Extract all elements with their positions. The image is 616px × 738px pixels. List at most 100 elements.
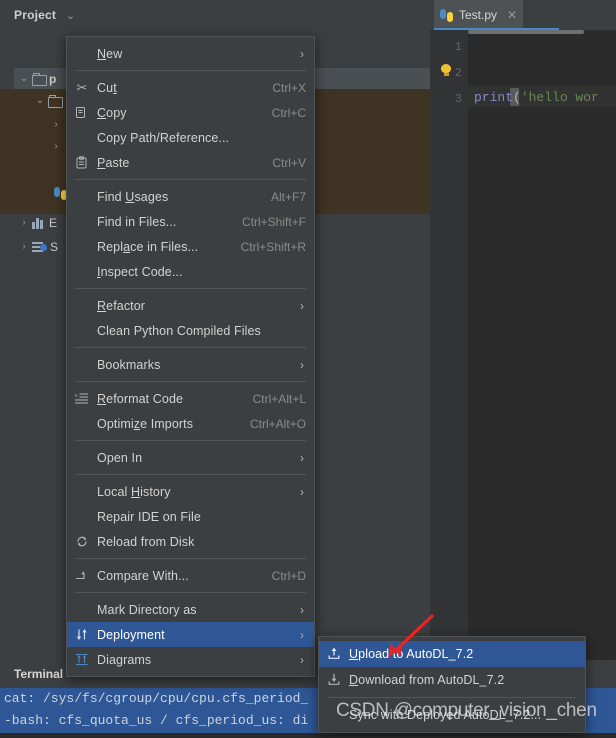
menu-item-shortcut: Ctrl+Alt+L xyxy=(252,391,306,406)
context-menu[interactable]: New › ✂ Cut Ctrl+X Copy Ctrl+C Copy Path… xyxy=(66,36,315,677)
chevron-right-icon: › xyxy=(300,484,304,499)
menu-item-icon-slot xyxy=(67,100,97,125)
menu-separator xyxy=(75,592,306,593)
menu-separator xyxy=(75,440,306,441)
code-canvas[interactable]: print('hello wor xyxy=(468,30,616,660)
menu-item-repair-ide-on-file[interactable]: Repair IDE on File xyxy=(67,504,314,529)
tree-twisty-icon[interactable]: ⌄ xyxy=(34,95,46,106)
menu-item-reload-from-disk[interactable]: Reload from Disk xyxy=(67,529,314,554)
menu-item-icon-slot xyxy=(67,386,97,411)
menu-item-find-in-files[interactable]: Find in Files... Ctrl+Shift+F xyxy=(67,209,314,234)
code-line-3: print('hello wor xyxy=(474,90,599,105)
watermark-text: CSDN @computer_vision_chen xyxy=(336,700,597,721)
menu-item-icon-slot xyxy=(67,184,97,209)
menu-item-inspect-code[interactable]: Inspect Code... xyxy=(67,259,314,284)
menu-item-shortcut: Ctrl+Alt+O xyxy=(249,416,306,431)
submenu-item-upload[interactable]: Upload to AutoDL_7.2 xyxy=(319,641,585,667)
menu-item-icon-slot xyxy=(67,125,97,150)
editor-gutter: 1 2 3 xyxy=(430,30,468,660)
tree-twisty-icon[interactable]: ⌄ xyxy=(18,73,30,84)
menu-item-icon-slot xyxy=(67,293,97,318)
menu-item-label: Reformat Code xyxy=(97,391,184,406)
menu-item-cut[interactable]: ✂ Cut Ctrl+X xyxy=(67,75,314,100)
menu-item-optimize-imports[interactable]: Optimize Imports Ctrl+Alt+O xyxy=(67,411,314,436)
menu-item-copy-path-reference[interactable]: Copy Path/Reference... xyxy=(67,125,314,150)
horizontal-scrollbar[interactable] xyxy=(468,30,584,34)
compare-icon xyxy=(75,569,89,583)
tab-test-py[interactable]: Test.py ✕ xyxy=(434,0,524,30)
chevron-right-icon: › xyxy=(300,627,304,642)
menu-item-refactor[interactable]: Refactor › xyxy=(67,293,314,318)
tree-item-label: p xyxy=(49,71,57,86)
terminal-tab-label[interactable]: Terminal xyxy=(14,667,63,681)
scratches-icon xyxy=(32,240,47,253)
menu-item-icon-slot xyxy=(67,529,97,554)
menu-item-label: Replace in Files... xyxy=(97,239,199,254)
menu-item-deployment[interactable]: Deployment › xyxy=(67,622,314,647)
tree-twisty-icon[interactable]: › xyxy=(18,241,30,252)
menu-item-shortcut: Ctrl+Shift+F xyxy=(241,214,306,229)
menu-item-reformat-code[interactable]: Reformat Code Ctrl+Alt+L xyxy=(67,386,314,411)
menu-item-mark-directory-as[interactable]: Mark Directory as › xyxy=(67,597,314,622)
chevron-right-icon: › xyxy=(300,46,304,61)
menu-item-bookmarks[interactable]: Bookmarks › xyxy=(67,352,314,377)
menu-item-replace-in-files[interactable]: Replace in Files... Ctrl+Shift+R xyxy=(67,234,314,259)
chevron-right-icon: › xyxy=(300,357,304,372)
intention-bulb-icon[interactable] xyxy=(440,64,452,77)
menu-item-paste[interactable]: Paste Ctrl+V xyxy=(67,150,314,175)
download-icon xyxy=(327,673,341,687)
menu-item-icon-slot xyxy=(67,622,97,647)
tree-item-child-2[interactable]: › xyxy=(50,136,65,157)
python-file-icon xyxy=(440,8,453,22)
menu-item-shortcut: Alt+F7 xyxy=(270,189,306,204)
upload-icon xyxy=(327,647,341,661)
menu-item-icon-slot xyxy=(67,445,97,470)
tree-item-scratches-and-consoles[interactable]: › S xyxy=(18,236,58,257)
menu-separator xyxy=(75,288,306,289)
tree-item-child-1[interactable]: › xyxy=(50,114,65,135)
tree-item-external-libraries[interactable]: › E xyxy=(18,212,57,233)
code-token-string: 'hello wor xyxy=(520,90,599,105)
menu-item-icon-slot xyxy=(67,563,97,588)
terminal-line-1: cat: /sys/fs/cgroup/cpu/cpu.cfs_period_ xyxy=(4,691,309,706)
line-number: 1 xyxy=(454,40,462,54)
menu-item-open-in[interactable]: Open In › xyxy=(67,445,314,470)
line-number: 3 xyxy=(454,92,462,106)
menu-item-icon-slot xyxy=(319,668,349,693)
tree-twisty-icon[interactable]: › xyxy=(18,217,30,228)
folder-icon xyxy=(32,72,47,86)
code-token-paren: ( xyxy=(513,90,521,105)
menu-item-find-usages[interactable]: Find Usages Alt+F7 xyxy=(67,184,314,209)
clipboard-icon xyxy=(75,155,89,170)
menu-separator xyxy=(75,381,306,382)
copy-icon xyxy=(75,106,89,120)
submenu-item-label: Download from AutoDL_7.2 xyxy=(349,673,505,687)
menu-item-clean-python-compiled-files[interactable]: Clean Python Compiled Files xyxy=(67,318,314,343)
tree-twisty-icon[interactable]: › xyxy=(50,119,62,130)
menu-item-diagrams[interactable]: Diagrams › xyxy=(67,647,314,672)
menu-item-new[interactable]: New › xyxy=(67,41,314,66)
tree-twisty-icon[interactable]: › xyxy=(50,141,62,152)
tree-item-child-folder[interactable]: ⌄ xyxy=(34,90,65,111)
chevron-right-icon: › xyxy=(300,652,304,667)
project-header: Project ⌄ xyxy=(0,0,430,30)
menu-item-copy[interactable]: Copy Ctrl+C xyxy=(67,100,314,125)
menu-item-icon-slot xyxy=(67,647,97,672)
menu-item-shortcut: Ctrl+V xyxy=(272,155,306,170)
reformat-icon xyxy=(75,392,89,406)
close-icon[interactable]: ✕ xyxy=(507,8,517,22)
menu-item-icon-slot xyxy=(319,642,349,667)
ide-window: Project ⌄ ⌄ p ⌄ › › › E › S Test.py ✕ 1 … xyxy=(0,0,616,738)
menu-item-icon-slot xyxy=(67,209,97,234)
tree-item-project-root[interactable]: ⌄ p xyxy=(18,68,56,89)
menu-item-label: Repair IDE on File xyxy=(97,509,201,524)
menu-item-label: Mark Directory as xyxy=(97,602,197,617)
menu-item-icon-slot xyxy=(67,352,97,377)
terminal-line-2: -bash: cfs_quota_us / cfs_period_us: di xyxy=(4,713,309,728)
menu-item-local-history[interactable]: Local History › xyxy=(67,479,314,504)
submenu-item-download[interactable]: Download from AutoDL_7.2 xyxy=(319,667,585,693)
chevron-down-icon[interactable]: ⌄ xyxy=(66,9,75,22)
menu-item-label: Inspect Code... xyxy=(97,264,183,279)
menu-item-compare-with[interactable]: Compare With... Ctrl+D xyxy=(67,563,314,588)
chevron-right-icon: › xyxy=(300,602,304,617)
